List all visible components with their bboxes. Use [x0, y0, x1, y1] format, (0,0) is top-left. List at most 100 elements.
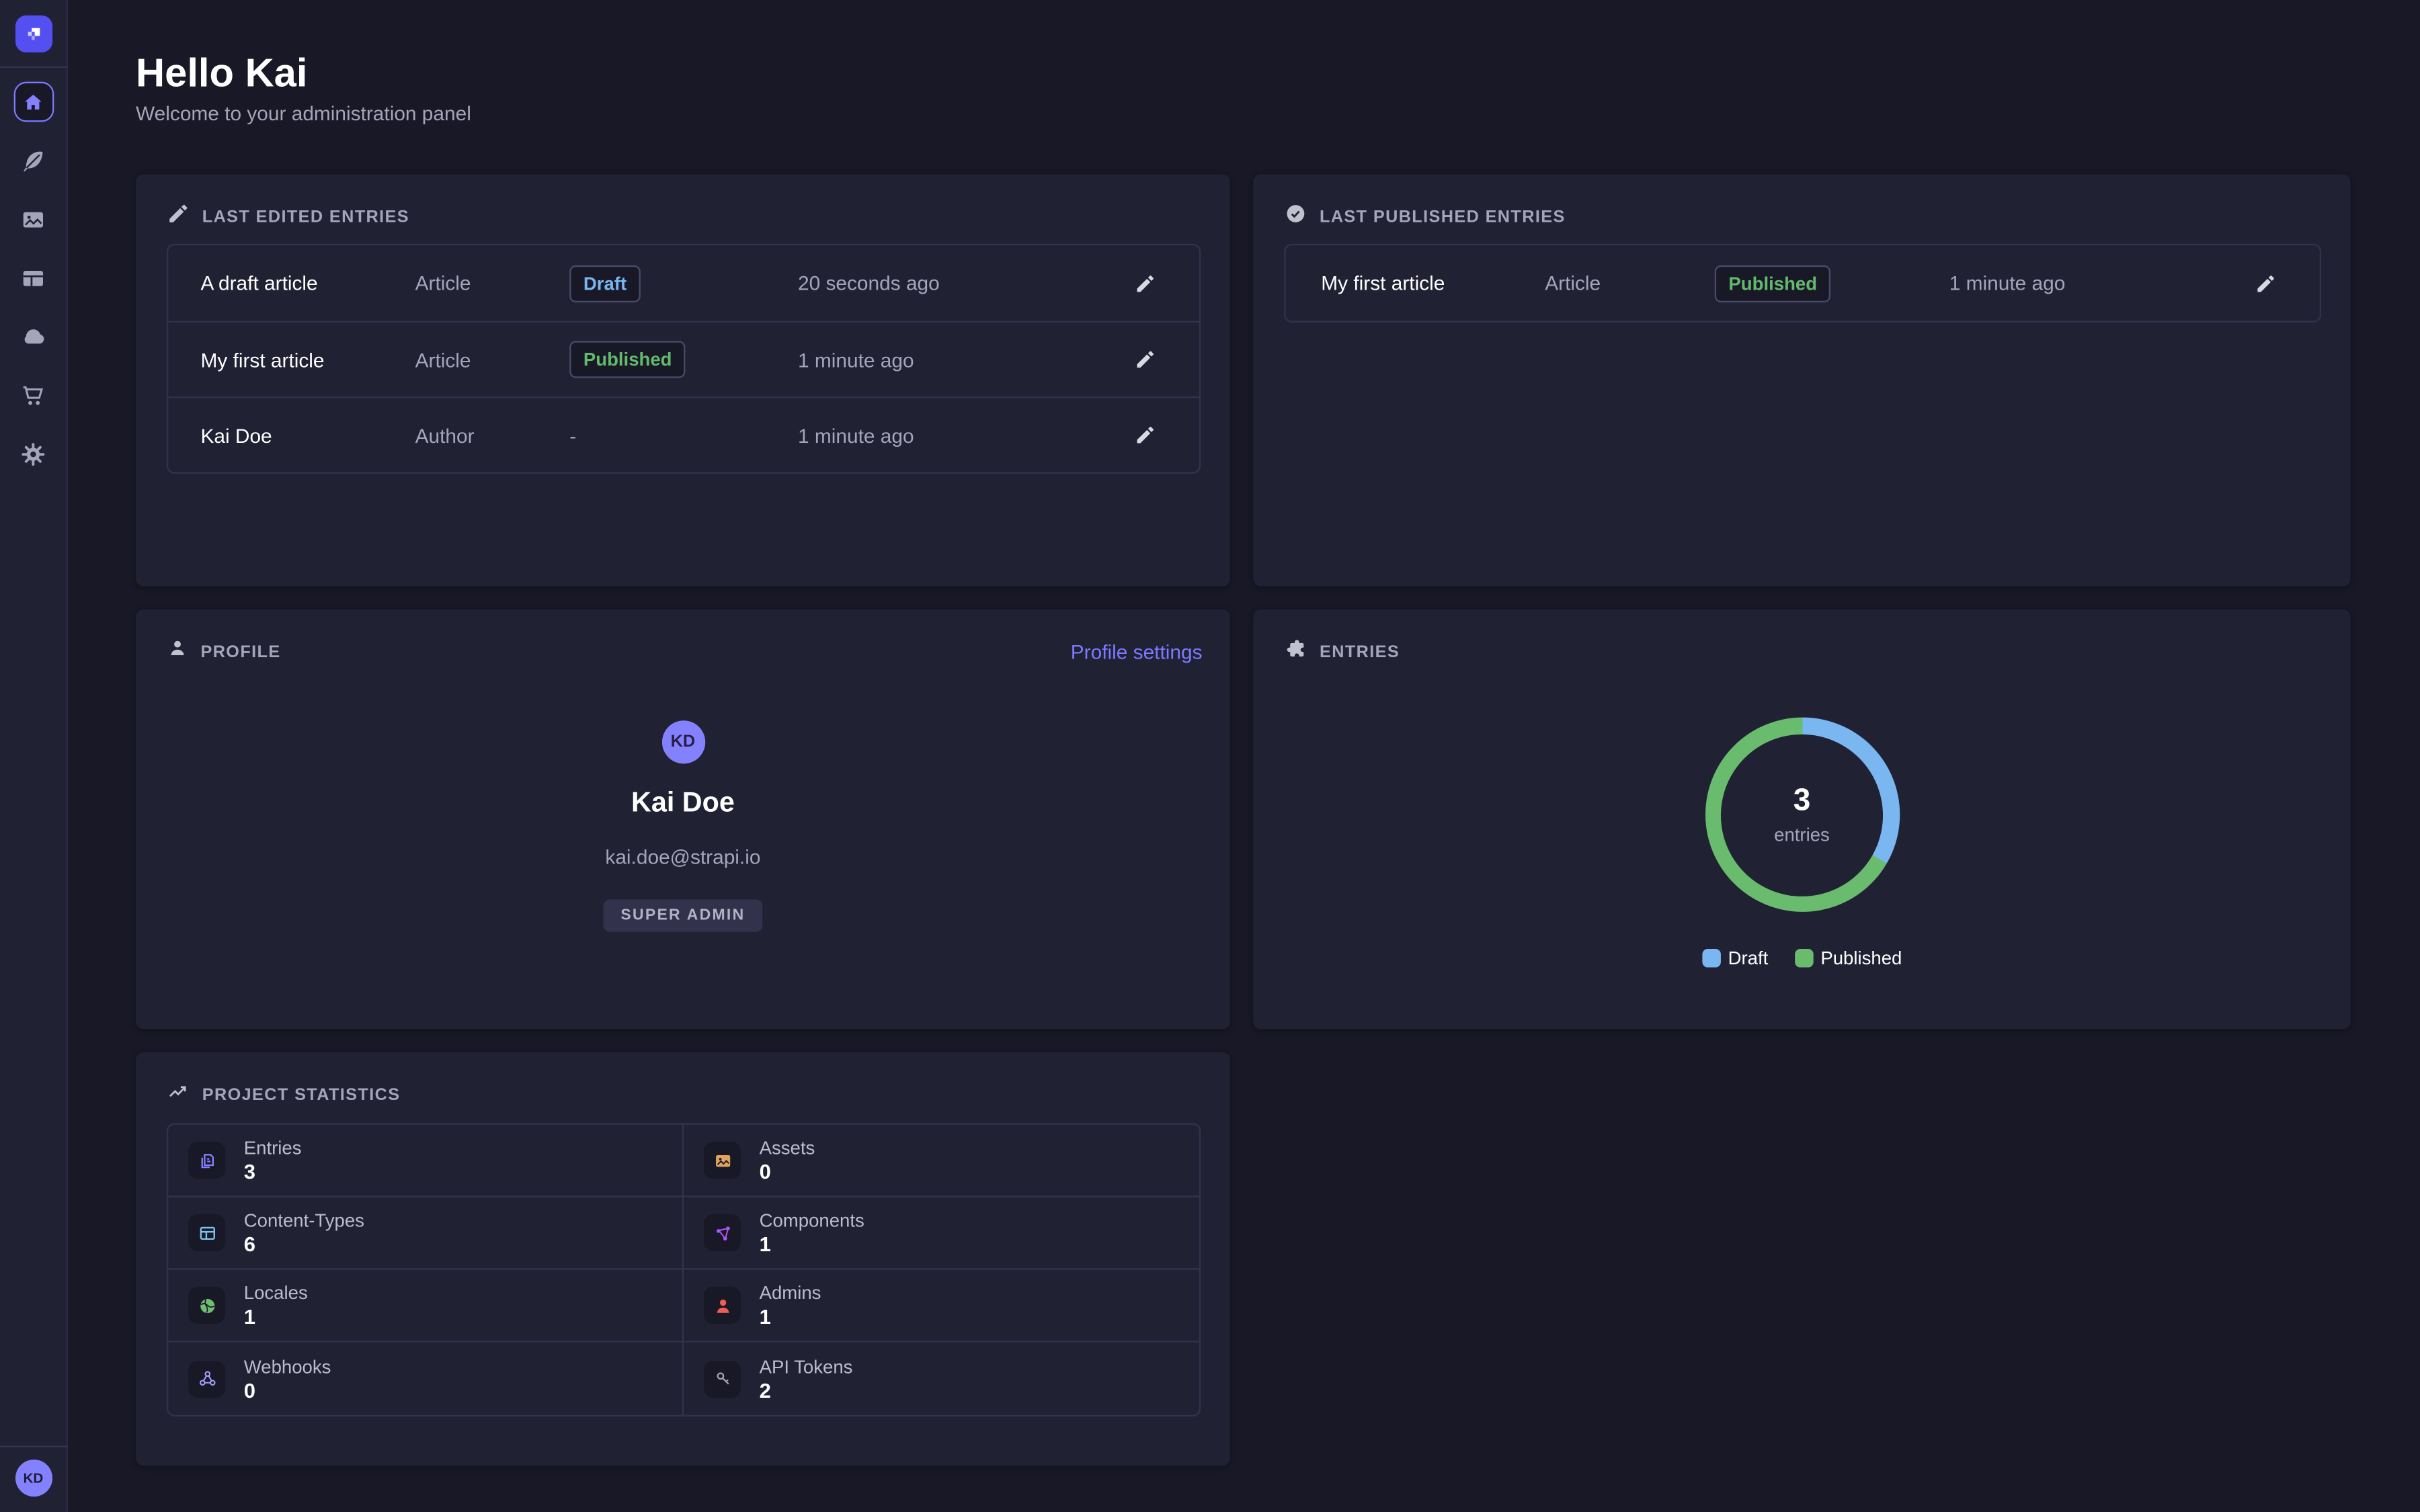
role-badge: SUPER ADMIN — [604, 900, 762, 932]
sidebar-item-marketplace[interactable] — [13, 375, 54, 415]
last-published-entries-card: LAST PUBLISHED ENTRIES My first article … — [1253, 174, 2350, 586]
strapi-admin-dashboard: KD Hello Kai Welcome to your administrat… — [0, 0, 2420, 1512]
edit-entry-button[interactable] — [1128, 343, 1162, 377]
card-title: LAST PUBLISHED ENTRIES — [1320, 208, 1566, 227]
last-edited-table: A draft article Article Draft 20 seconds… — [167, 244, 1201, 474]
home-icon — [22, 90, 44, 113]
card-title: LAST EDITED ENTRIES — [202, 208, 409, 227]
edit-entry-button[interactable] — [1128, 266, 1162, 300]
main-content: Hello Kai Welcome to your administration… — [68, 0, 2420, 1512]
stat-label: Webhooks — [244, 1355, 331, 1377]
entry-name: My first article — [200, 348, 415, 371]
stat-api-tokens: API Tokens 2 — [684, 1342, 1199, 1415]
table-row: My first article Article Published 1 min… — [168, 321, 1199, 397]
stat-value: 1 — [244, 1305, 308, 1328]
legend-label: Draft — [1728, 948, 1769, 969]
cloud-icon — [19, 323, 47, 350]
globe-icon — [188, 1287, 225, 1324]
stat-label: API Tokens — [760, 1355, 853, 1377]
legend-item-draft: Draft — [1702, 948, 1769, 969]
entry-name: A draft article — [200, 271, 415, 294]
stat-content-types: Content-Types 6 — [168, 1198, 684, 1270]
profile-avatar: KD — [661, 720, 704, 763]
stat-label: Assets — [760, 1137, 815, 1159]
stat-components: Components 1 — [684, 1198, 1199, 1270]
stat-locales: Locales 1 — [168, 1270, 684, 1343]
entries-donut: 3 entries — [1705, 718, 1899, 912]
entry-name: My first article — [1321, 271, 1545, 294]
published-swatch — [1794, 949, 1813, 968]
user-avatar[interactable]: KD — [15, 1460, 52, 1497]
stat-label: Locales — [244, 1282, 308, 1304]
stat-value: 1 — [760, 1232, 864, 1255]
entry-name: Kai Doe — [200, 423, 415, 446]
sidebar-item-media-library[interactable] — [13, 199, 54, 239]
draft-swatch — [1702, 949, 1721, 968]
documents-icon — [188, 1142, 225, 1179]
puzzle-icon — [1284, 637, 1307, 668]
last-published-table: My first article Article Published 1 min… — [1284, 244, 2321, 323]
card-title: ENTRIES — [1320, 643, 1400, 662]
entries-card: ENTRIES 3 entries Draft Publis — [1253, 610, 2350, 1029]
sidebar-item-content-type-builder[interactable] — [13, 257, 54, 298]
profile-card: PROFILE Profile settings KD Kai Doe kai.… — [136, 610, 1230, 1029]
entries-total-label: entries — [1774, 824, 1830, 845]
layout-icon — [188, 1214, 225, 1251]
last-edited-entries-card: LAST EDITED ENTRIES A draft article Arti… — [136, 174, 1230, 586]
table-row: My first article Article Published 1 min… — [1286, 245, 2320, 321]
stat-webhooks: Webhooks 0 — [168, 1342, 684, 1415]
feather-icon — [20, 147, 46, 173]
entry-time: 1 minute ago — [1949, 271, 2066, 294]
sidebar-item-deploy[interactable] — [13, 317, 54, 357]
stat-entries: Entries 3 — [168, 1125, 684, 1198]
stat-label: Admins — [760, 1282, 821, 1304]
cart-icon — [20, 382, 46, 408]
status-badge: Published — [569, 341, 686, 378]
chart-legend: Draft Published — [1702, 948, 1902, 969]
stat-value: 3 — [244, 1161, 302, 1183]
strapi-logo-button[interactable] — [0, 0, 67, 68]
pencil-icon — [167, 202, 190, 233]
table-row: Kai Doe Author - 1 minute ago — [168, 396, 1199, 472]
stat-value: 2 — [760, 1378, 853, 1401]
stat-value: 6 — [244, 1232, 364, 1255]
person-icon — [167, 637, 188, 667]
entry-type: Article — [1545, 271, 1715, 294]
profile-email: kai.doe@strapi.io — [605, 845, 760, 868]
profile-summary: KD Kai Doe kai.doe@strapi.io SUPER ADMIN — [136, 720, 1230, 932]
sidebar-item-home[interactable] — [13, 82, 54, 122]
stat-admins: Admins 1 — [684, 1270, 1199, 1343]
sidebar-footer: KD — [0, 1445, 67, 1512]
status-badge: Published — [1715, 265, 1831, 302]
entries-chart: 3 entries Draft Published — [1253, 718, 2350, 969]
strapi-logo-icon — [15, 15, 52, 52]
card-title: PROJECT STATISTICS — [202, 1086, 401, 1105]
profile-settings-link[interactable]: Profile settings — [1071, 640, 1203, 663]
project-statistics-card: PROJECT STATISTICS Entries 3 Assets 0 — [136, 1052, 1230, 1466]
sidebar-nav — [13, 68, 54, 1445]
profile-name: Kai Doe — [631, 787, 735, 819]
entry-type: Author — [415, 423, 570, 446]
entry-time: 1 minute ago — [798, 348, 914, 371]
stat-value: 0 — [244, 1378, 331, 1401]
legend-item-published: Published — [1794, 948, 1902, 969]
sidebar-item-content-manager[interactable] — [13, 140, 54, 181]
stat-value: 1 — [760, 1305, 821, 1328]
stat-label: Components — [760, 1210, 864, 1231]
entry-type: Article — [415, 271, 570, 294]
edit-entry-button[interactable] — [1128, 418, 1162, 452]
sidebar-item-settings[interactable] — [13, 433, 54, 474]
entry-time: 1 minute ago — [798, 423, 914, 446]
stat-label: Content-Types — [244, 1210, 364, 1231]
check-circle-icon — [1284, 202, 1307, 233]
stat-value: 0 — [760, 1161, 815, 1183]
images-icon — [20, 206, 46, 233]
edit-entry-button[interactable] — [2249, 266, 2283, 300]
page-title: Hello Kai — [136, 49, 307, 97]
entry-time: 20 seconds ago — [798, 271, 940, 294]
gear-icon — [20, 440, 46, 466]
status-badge: Draft — [569, 265, 641, 302]
picture-icon — [704, 1142, 741, 1179]
user-icon — [704, 1287, 741, 1324]
sidebar: KD — [0, 0, 68, 1512]
